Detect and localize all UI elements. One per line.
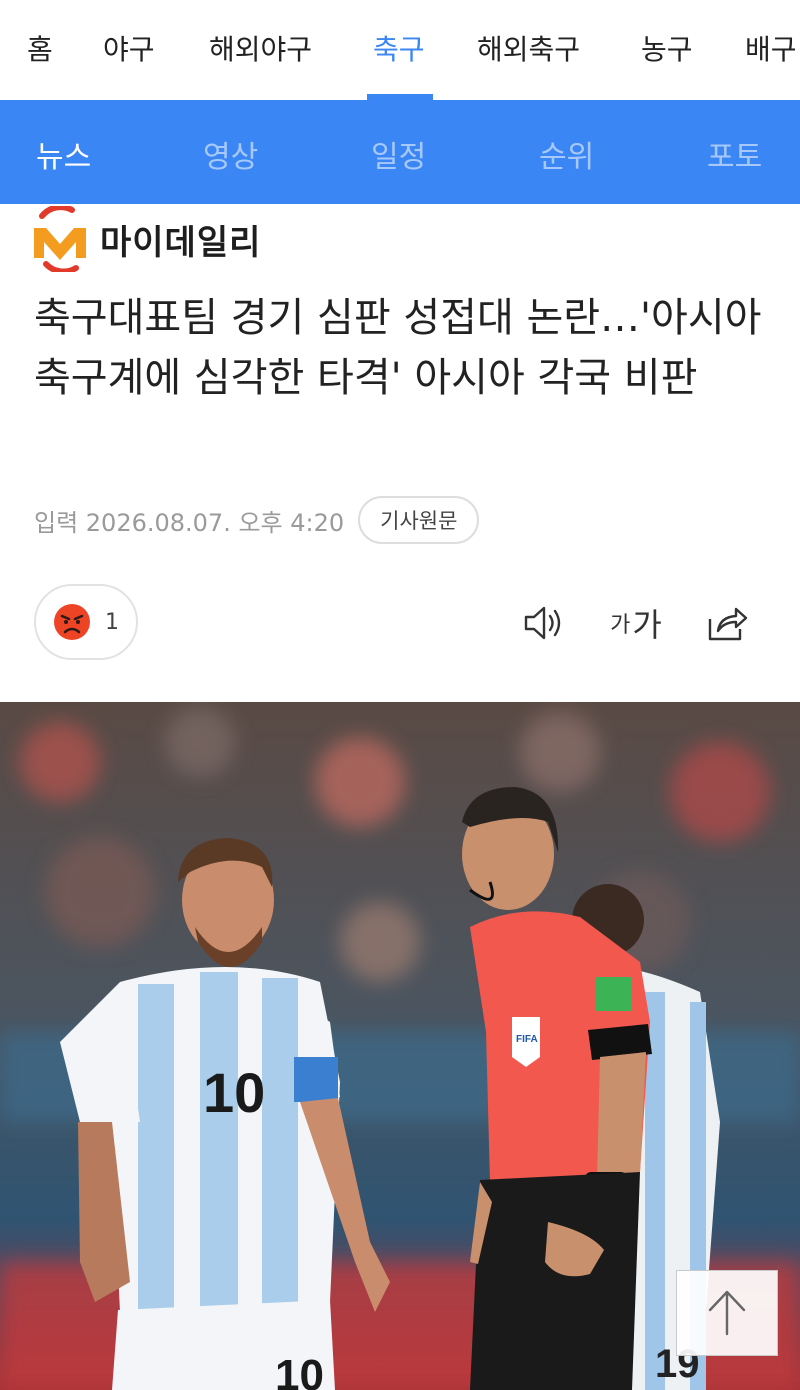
sub-tab-schedule[interactable]: 일정	[371, 132, 426, 176]
arrow-up-icon	[708, 1290, 746, 1336]
publisher-name: 마이데일리	[100, 222, 262, 263]
top-nav: 홈 야구 해외야구 축구 해외축구 농구 배구	[0, 0, 800, 100]
article-headline: 축구대표팀 경기 심판 성접대 논란…'아시아 축구계에 심각한 타격' 아시아…	[34, 295, 762, 401]
top-tab-baseball[interactable]: 야구	[103, 28, 155, 68]
svg-text:10: 10	[275, 1351, 324, 1390]
sub-tab-news[interactable]: 뉴스	[36, 132, 91, 176]
share-icon	[708, 607, 748, 641]
top-tab-soccer[interactable]: 축구	[373, 28, 425, 68]
reaction-button[interactable]: 1	[34, 584, 138, 660]
article-timestamp: 입력 2026.08.07. 오후 4:20	[34, 508, 345, 537]
mydaily-logo-icon	[34, 206, 86, 272]
font-size-large-label: 가	[632, 606, 662, 644]
share-button[interactable]	[702, 600, 750, 646]
top-tab-basketball[interactable]: 농구	[641, 28, 693, 68]
top-tab-overseas-baseball[interactable]: 해외야구	[209, 28, 312, 68]
sub-tab-video[interactable]: 영상	[203, 132, 258, 176]
speaker-icon	[524, 606, 561, 640]
sub-tab-standings[interactable]: 순위	[539, 132, 594, 176]
reaction-count: 1	[105, 609, 119, 635]
top-tab-home[interactable]: 홈	[27, 28, 53, 68]
angry-face-icon	[54, 604, 90, 640]
sub-tab-photo[interactable]: 포토	[707, 132, 762, 176]
svg-text:FIFA: FIFA	[516, 1034, 538, 1045]
top-tab-volleyball[interactable]: 배구	[745, 28, 797, 68]
svg-text:10: 10	[203, 1061, 265, 1124]
font-size-small-label: 가	[610, 613, 631, 638]
scroll-to-top-button[interactable]	[676, 1270, 778, 1356]
sub-nav: 뉴스 영상 일정 순위 포토	[0, 100, 800, 204]
publisher[interactable]: 마이데일리	[32, 204, 261, 274]
article-meta: 입력 2026.08.07. 오후 4:20 기사원문	[34, 494, 480, 546]
original-article-button[interactable]: 기사원문	[358, 496, 480, 544]
audio-button[interactable]	[520, 600, 568, 646]
top-tab-overseas-soccer[interactable]: 해외축구	[477, 28, 580, 68]
font-size-button[interactable]: 가가	[608, 600, 664, 646]
